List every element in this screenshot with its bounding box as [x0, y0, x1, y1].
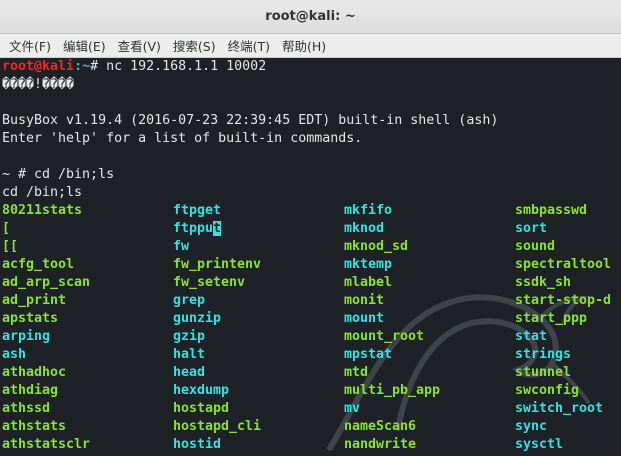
- ls-entry: arping: [2, 329, 51, 344]
- ls-entry: mknod: [344, 221, 385, 236]
- ls-entry: nameScan6: [344, 419, 417, 434]
- text-cursor: t: [213, 221, 222, 236]
- ls-entry: ad_arp_scan: [2, 275, 91, 290]
- menu-help[interactable]: 帮助(H): [277, 36, 331, 55]
- ls-entry: ftpput: [173, 221, 222, 236]
- ls-entry: mkfifo: [344, 203, 393, 218]
- ls-entry: spectraltool: [515, 257, 612, 272]
- ls-entry: grep: [173, 293, 206, 308]
- ls-entry: hostid: [173, 437, 222, 452]
- ls-entry: athssd: [2, 401, 51, 416]
- ls-entry: swconfig: [515, 383, 580, 398]
- ls-entry: start-stop-d: [515, 293, 612, 308]
- ls-entry: mtd: [344, 365, 369, 380]
- ls-entry: hostapd: [173, 401, 230, 416]
- ls-entry: mv: [344, 401, 361, 416]
- ls-entry: mpstat: [344, 347, 393, 362]
- ls-entry: switch_root: [515, 401, 604, 416]
- ls-entry: nandwrite: [344, 437, 417, 452]
- ls-entry: sync: [515, 419, 548, 434]
- ls-entry: hexdump: [173, 383, 230, 398]
- ls-entry: fw: [173, 239, 190, 254]
- menu-view[interactable]: 查看(V): [113, 36, 166, 55]
- prompt-line: root@kali:~# nc 192.168.1.1 10002: [2, 58, 266, 76]
- ls-entry: athstats: [2, 419, 67, 434]
- ls-entry: sysctl: [515, 437, 564, 452]
- ls-entry: [[: [2, 239, 19, 254]
- menu-file[interactable]: 文件(F): [4, 36, 56, 55]
- ls-entry: hostapd_cli: [173, 419, 262, 434]
- ls-entry: sound: [515, 239, 556, 254]
- ls-entry: fw_printenv: [173, 257, 262, 272]
- ls-entry: gzip: [173, 329, 206, 344]
- menu-bar: 文件(F) 编辑(E) 查看(V) 搜索(S) 终端(T) 帮助(H): [0, 34, 621, 58]
- ls-entry: start_ppp: [515, 311, 588, 326]
- ls-entry: gunzip: [173, 311, 222, 326]
- ls-entry: sort: [515, 221, 548, 236]
- prompt-command: # nc 192.168.1.1 10002: [90, 59, 267, 74]
- ls-entry: athdiag: [2, 383, 59, 398]
- menu-terminal[interactable]: 终端(T): [223, 36, 275, 55]
- window-titlebar[interactable]: root@kali: ~: [0, 0, 621, 34]
- ls-entry: [: [2, 221, 11, 236]
- ls-entry: athadhoc: [2, 365, 67, 380]
- ash-prompt-line: ~ # cd /bin;ls: [2, 167, 115, 182]
- prompt-path: :~: [74, 59, 91, 74]
- ls-entry: ash: [2, 347, 27, 362]
- ls-entry: smbpasswd: [515, 203, 588, 218]
- ls-entry: 80211stats: [2, 203, 83, 218]
- terminal-area[interactable]: root@kali:~# nc 192.168.1.1 10002 ����!�…: [0, 58, 621, 456]
- menu-search[interactable]: 搜索(S): [168, 36, 221, 55]
- ls-entry: fw_setenv: [173, 275, 246, 290]
- ls-entry: strings: [515, 347, 572, 362]
- ls-entry: athstatsclr: [2, 437, 91, 452]
- ls-entry: ftpget: [173, 203, 222, 218]
- prompt-user: root@kali: [2, 59, 75, 74]
- ls-entry: mktemp: [344, 257, 393, 272]
- ls-entry: multi_pb_app: [344, 383, 441, 398]
- echo-line: cd /bin;ls: [2, 185, 83, 200]
- ls-entry: stunnel: [515, 365, 572, 380]
- ls-entry: mount: [344, 311, 385, 326]
- ls-entry: halt: [173, 347, 206, 362]
- help-hint: Enter 'help' for a list of built-in comm…: [2, 131, 363, 146]
- ls-entry: mount_root: [344, 329, 425, 344]
- ls-entry: stat: [515, 329, 548, 344]
- busybox-banner: BusyBox v1.19.4 (2016-07-23 22:39:45 EDT…: [2, 113, 499, 128]
- garbled-output: ����!����: [2, 77, 75, 92]
- ls-entry: apstats: [2, 311, 59, 326]
- ls-entry: mlabel: [344, 275, 393, 290]
- ls-entry: acfg_tool: [2, 257, 75, 272]
- ls-entry: ssdk_sh: [515, 275, 572, 290]
- ls-entry: monit: [344, 293, 385, 308]
- ls-entry: ad_print: [2, 293, 67, 308]
- menu-edit[interactable]: 编辑(E): [58, 36, 111, 55]
- ls-entry: head: [173, 365, 206, 380]
- window-title: root@kali: ~: [265, 9, 356, 24]
- ls-entry: mknod_sd: [344, 239, 409, 254]
